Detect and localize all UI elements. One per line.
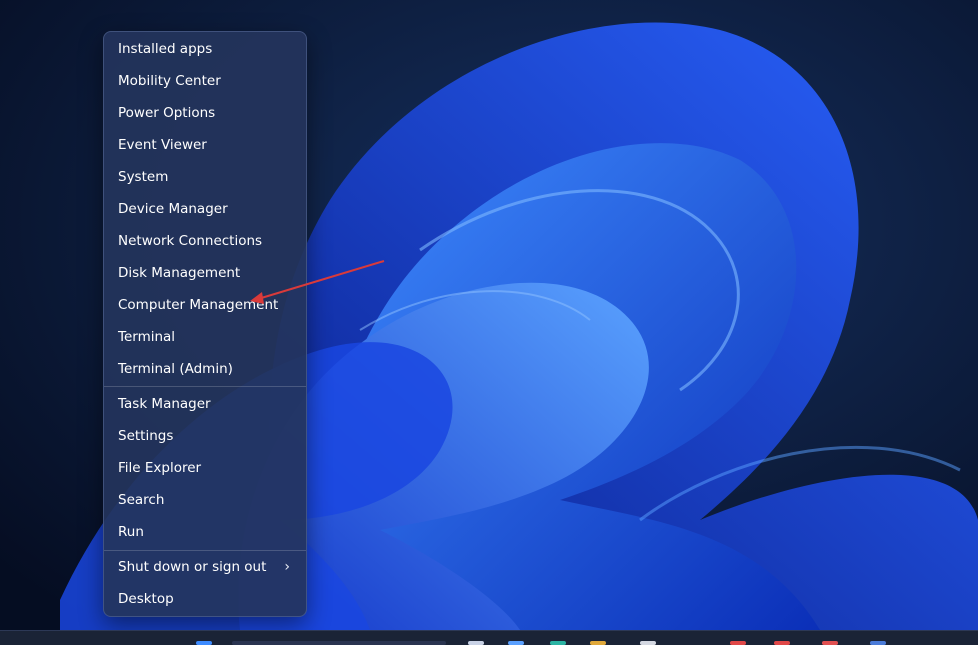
menu-item-installed-apps[interactable]: Installed apps: [104, 33, 306, 65]
menu-item-settings[interactable]: Settings: [104, 420, 306, 452]
taskbar: [0, 630, 978, 645]
widgets-icon[interactable]: [508, 641, 524, 645]
menu-item-terminal[interactable]: Terminal: [104, 321, 306, 353]
file-explorer-icon[interactable]: [590, 641, 606, 645]
menu-item-event-viewer[interactable]: Event Viewer: [104, 129, 306, 161]
app-icon[interactable]: [640, 641, 656, 645]
chevron-right-icon: ›: [284, 551, 290, 583]
menu-item-disk-management[interactable]: Disk Management: [104, 257, 306, 289]
menu-item-file-explorer[interactable]: File Explorer: [104, 452, 306, 484]
start-icon[interactable]: [196, 641, 212, 645]
menu-item-system[interactable]: System: [104, 161, 306, 193]
menu-item-device-manager[interactable]: Device Manager: [104, 193, 306, 225]
menu-item-mobility-center[interactable]: Mobility Center: [104, 65, 306, 97]
menu-item-desktop[interactable]: Desktop: [104, 583, 306, 615]
menu-item-power-options[interactable]: Power Options: [104, 97, 306, 129]
taskbar-search-box[interactable]: [232, 641, 446, 645]
menu-item-shut-down-or-sign-out[interactable]: Shut down or sign out ›: [104, 551, 306, 583]
menu-item-computer-management[interactable]: Computer Management: [104, 289, 306, 321]
menu-item-run[interactable]: Run: [104, 516, 306, 548]
edge-icon[interactable]: [550, 641, 566, 645]
power-user-menu: Installed apps Mobility Center Power Opt…: [103, 31, 307, 617]
app-icon[interactable]: [730, 641, 746, 645]
menu-item-terminal-admin[interactable]: Terminal (Admin): [104, 353, 306, 385]
menu-item-network-connections[interactable]: Network Connections: [104, 225, 306, 257]
app-icon[interactable]: [822, 641, 838, 645]
task-view-icon[interactable]: [468, 641, 484, 645]
menu-item-search[interactable]: Search: [104, 484, 306, 516]
menu-separator: [104, 386, 306, 387]
menu-item-task-manager[interactable]: Task Manager: [104, 388, 306, 420]
app-icon[interactable]: [870, 641, 886, 645]
menu-item-label: Shut down or sign out: [118, 559, 266, 575]
app-icon[interactable]: [774, 641, 790, 645]
